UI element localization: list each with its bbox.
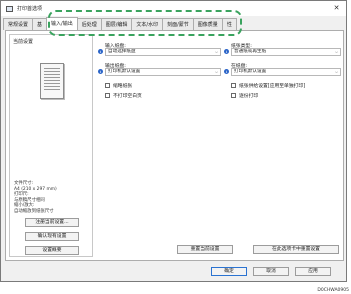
checkbox-label: 纸张供给设置[应用至单独打印]	[239, 84, 306, 89]
info-icon[interactable]: i	[98, 49, 103, 54]
checkbox-box[interactable]	[231, 93, 236, 98]
cover-checkbox[interactable]: 缩略纸张	[105, 82, 132, 89]
print-preferences-dialog: 打印首选项 ✕ 常规设置 基 输入/输出 后处理 图层/编辑 文本/水印 刻面/…	[0, 0, 347, 282]
checkbox-label: 缩略纸张	[113, 84, 133, 89]
paper-type-select[interactable]: 普通纸或再生纸 ⌵	[231, 48, 341, 56]
tab-basic[interactable]: 基	[32, 18, 48, 30]
checkbox-box[interactable]	[231, 83, 236, 88]
input-tray-value: 自动选择纸盘	[108, 49, 136, 54]
chevron-down-icon: ⌵	[334, 69, 338, 74]
close-icon[interactable]: ✕	[332, 4, 341, 13]
window-title: 打印首选项	[17, 6, 43, 12]
preview-title: 当前设置	[13, 39, 34, 45]
chevron-down-icon: ⌵	[334, 49, 338, 54]
register-settings-button[interactable]: 注册当前设置...	[25, 218, 79, 227]
tab-highlight-callout	[48, 10, 242, 36]
tab-content-panel: 当前设置 文件尺寸: A4 (210 x 297 mm) 打印尺: 与原稿尺寸相…	[5, 30, 344, 261]
input-tray-select[interactable]: 自动选择纸盘 ⌵	[105, 48, 221, 56]
cancel-button[interactable]: 取消	[253, 267, 289, 276]
output-tray-value: 打印机默认设置	[108, 69, 141, 74]
settings-summary-button[interactable]: 设置概要	[25, 246, 79, 255]
settings-preview-pane: 当前设置 文件尺寸: A4 (210 x 297 mm) 打印尺: 与原稿尺寸相…	[9, 34, 93, 257]
checkbox-label: 逐份打印	[239, 94, 259, 99]
info-icon[interactable]: i	[224, 49, 229, 54]
chevron-down-icon: ⌵	[214, 69, 218, 74]
apply-button[interactable]: 应用	[295, 267, 331, 276]
reset-current-settings-button[interactable]: 重置当前设置	[177, 245, 233, 254]
output-tray-select[interactable]: 打印机默认设置 ⌵	[105, 68, 221, 76]
paper-preview-icon	[40, 63, 64, 99]
skip-blank-checkbox[interactable]: 不打印空白页	[105, 92, 142, 99]
paper-type-value: 普通纸或再生纸	[234, 49, 267, 54]
checkbox-box[interactable]	[105, 83, 110, 88]
figure-code: D0CHWA0905	[317, 288, 349, 293]
ok-button[interactable]: 确定	[211, 267, 247, 276]
paper-source-select[interactable]: 打印机默认设置 ⌵	[231, 68, 341, 76]
enable-tray-checkbox[interactable]: 纸张供给设置[应用至单独打印]	[231, 82, 305, 89]
summary-line: 自动缩放到纸张尺寸	[14, 208, 54, 214]
info-icon[interactable]: i	[224, 69, 229, 74]
settings-summary: 文件尺寸: A4 (210 x 297 mm) 打印尺: 与原稿尺寸相同 缩小/…	[14, 181, 57, 214]
info-icon[interactable]: i	[98, 69, 103, 74]
checkbox-label: 不打印空白页	[113, 94, 142, 99]
tab-general[interactable]: 常规设置	[3, 18, 34, 30]
paper-source-value: 打印机默认设置	[234, 69, 267, 74]
confirm-settings-button[interactable]: 确认现有设置	[25, 232, 79, 241]
reset-tab-settings-button[interactable]: 在此选项卡中重置设置	[253, 245, 339, 254]
checkbox-box[interactable]	[105, 93, 110, 98]
collate-checkbox[interactable]: 逐份打印	[231, 92, 258, 99]
printer-icon	[6, 5, 13, 12]
chevron-down-icon: ⌵	[214, 49, 218, 54]
